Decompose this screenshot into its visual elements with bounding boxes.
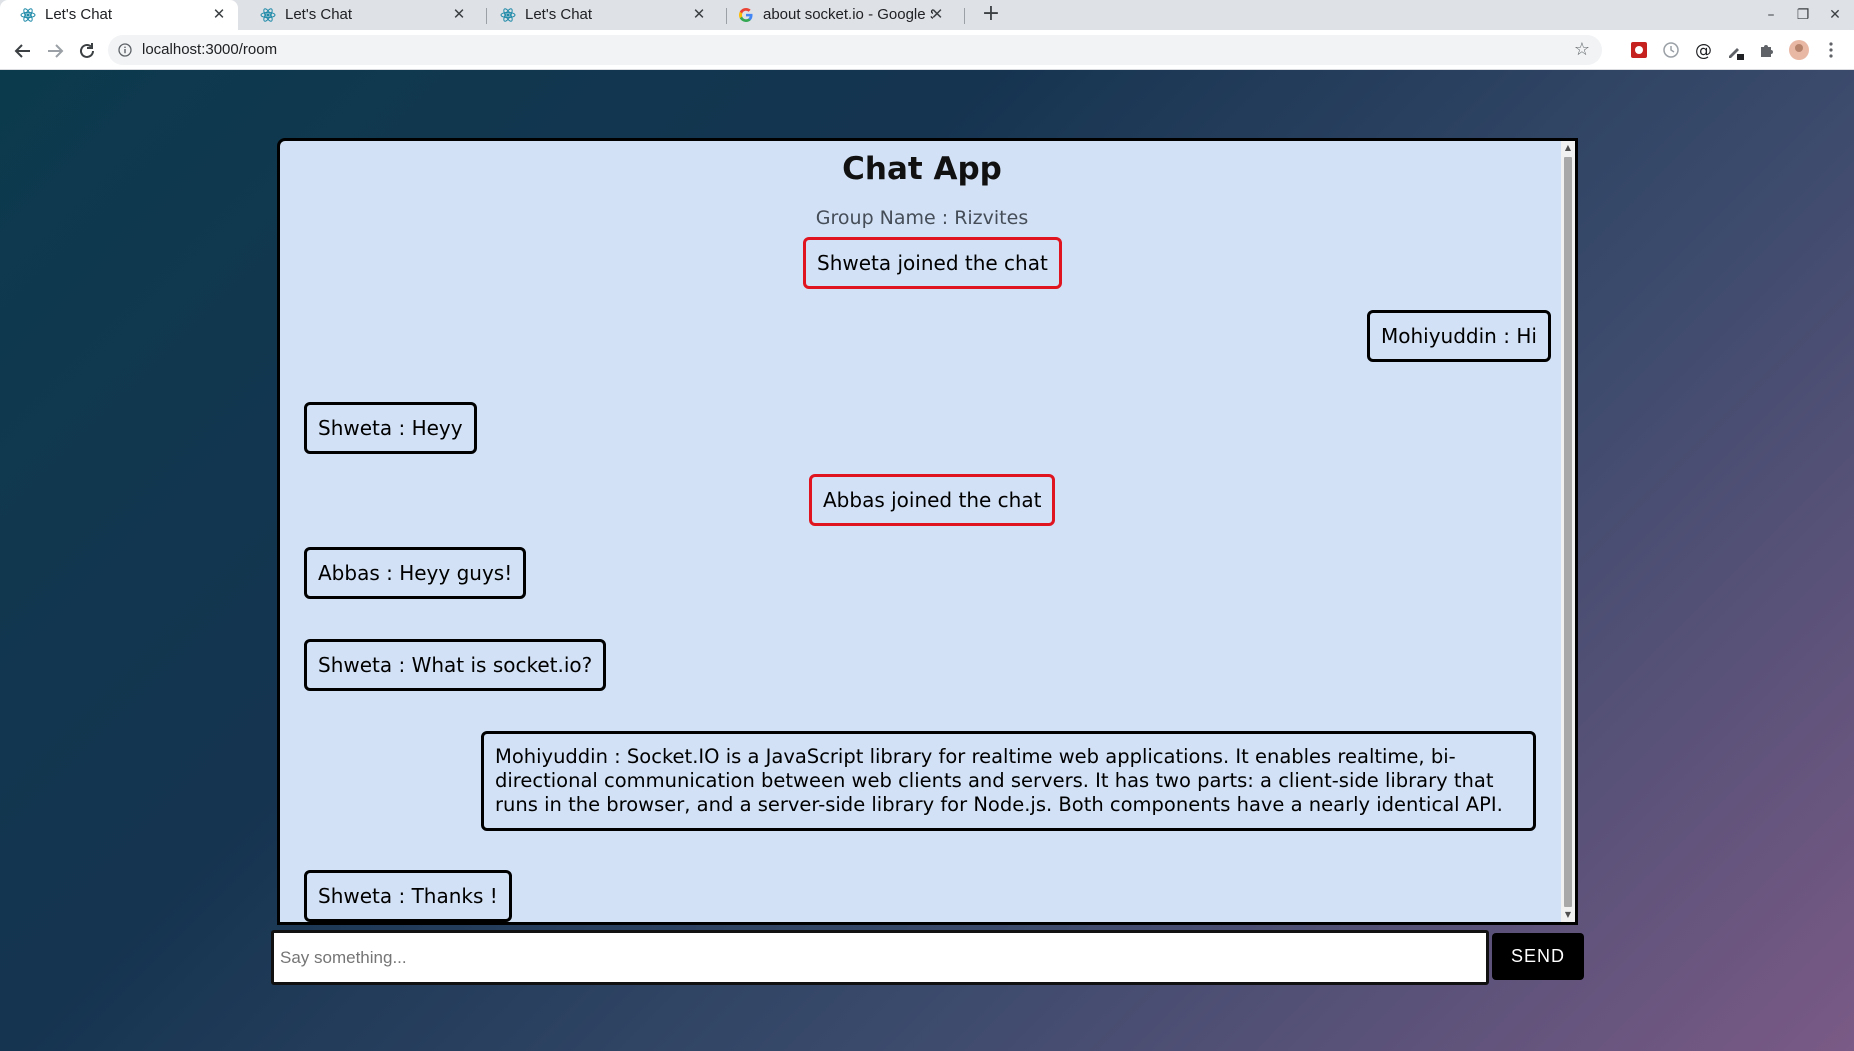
info-icon[interactable]	[118, 43, 132, 57]
browser-tab-1[interactable]: Let's Chat ✕	[0, 0, 238, 30]
back-icon[interactable]	[10, 38, 36, 64]
group-name: Group Name : Rizvites	[815, 207, 1029, 229]
message-bubble-other: Shweta : What is socket.io?	[304, 639, 607, 691]
chat-scrollbar[interactable]: ▲ ▼	[1561, 141, 1575, 922]
send-button[interactable]: SEND	[1492, 933, 1584, 980]
browser-toolbar: localhost:3000/room ☆ @	[0, 30, 1854, 70]
browser-tab-4[interactable]: about socket.io - Google S ✕	[718, 0, 956, 30]
scroll-down-icon[interactable]: ▼	[1561, 908, 1575, 922]
browser-tab-3[interactable]: Let's Chat ✕	[480, 0, 718, 30]
restore-icon[interactable]: ❐	[1792, 4, 1814, 26]
tab-title: Let's Chat	[45, 6, 113, 23]
extension-timer-icon[interactable]	[1660, 39, 1682, 61]
scroll-up-icon[interactable]: ▲	[1561, 141, 1575, 155]
message-bubble-other: Shweta : Thanks !	[304, 870, 512, 922]
close-icon[interactable]: ✕	[450, 5, 468, 23]
tab-strip: Let's Chat ✕ Let's Chat ✕ Let's Chat ✕ a…	[0, 0, 1854, 30]
address-bar[interactable]: localhost:3000/room ☆	[108, 35, 1602, 65]
system-message: Abbas joined the chat	[809, 474, 1056, 526]
system-message: Shweta joined the chat	[803, 237, 1062, 289]
page-background: Chat App Group Name : Rizvites Shweta jo…	[0, 70, 1854, 1051]
eyedropper-icon[interactable]	[1724, 39, 1746, 61]
scroll-thumb[interactable]	[1564, 157, 1572, 907]
page-title: Chat App	[842, 151, 1002, 187]
message-bubble-other: Shweta : Heyy	[304, 402, 477, 454]
bookmark-star-icon[interactable]: ☆	[1574, 39, 1590, 60]
reload-icon[interactable]	[74, 38, 100, 64]
tab-title: about socket.io - Google S	[763, 6, 933, 23]
close-icon[interactable]: ✕	[928, 5, 946, 23]
minimize-icon[interactable]: –	[1760, 4, 1782, 26]
react-icon	[500, 8, 516, 22]
google-icon	[739, 8, 753, 22]
message-input[interactable]	[271, 930, 1489, 985]
puzzle-icon[interactable]	[1756, 39, 1778, 61]
message-bubble-self: Mohiyuddin : Socket.IO is a JavaScript l…	[481, 731, 1536, 831]
menu-dots-icon[interactable]	[1820, 39, 1842, 61]
close-window-icon[interactable]: ✕	[1824, 4, 1846, 26]
tab-title: Let's Chat	[525, 6, 593, 23]
avatar[interactable]	[1788, 39, 1810, 61]
message-bubble-self: Mohiyuddin : Hi	[1367, 310, 1551, 362]
message-bubble-other: Abbas : Heyy guys!	[304, 547, 527, 599]
forward-icon[interactable]	[42, 38, 68, 64]
extension-red-icon[interactable]	[1628, 39, 1650, 61]
svg-text:@: @	[1695, 41, 1712, 61]
browser-tab-2[interactable]: Let's Chat ✕	[240, 0, 478, 30]
url-text: localhost:3000/room	[142, 41, 278, 58]
close-icon[interactable]: ✕	[690, 5, 708, 23]
react-icon	[20, 8, 36, 22]
chat-panel[interactable]: Chat App Group Name : Rizvites Shweta jo…	[277, 138, 1578, 925]
tab-separator	[964, 8, 965, 24]
close-icon[interactable]: ✕	[210, 5, 228, 23]
at-sign-icon[interactable]: @	[1692, 39, 1714, 61]
new-tab-button[interactable]: +	[978, 2, 1004, 28]
tab-title: Let's Chat	[285, 6, 353, 23]
react-icon	[260, 8, 276, 22]
